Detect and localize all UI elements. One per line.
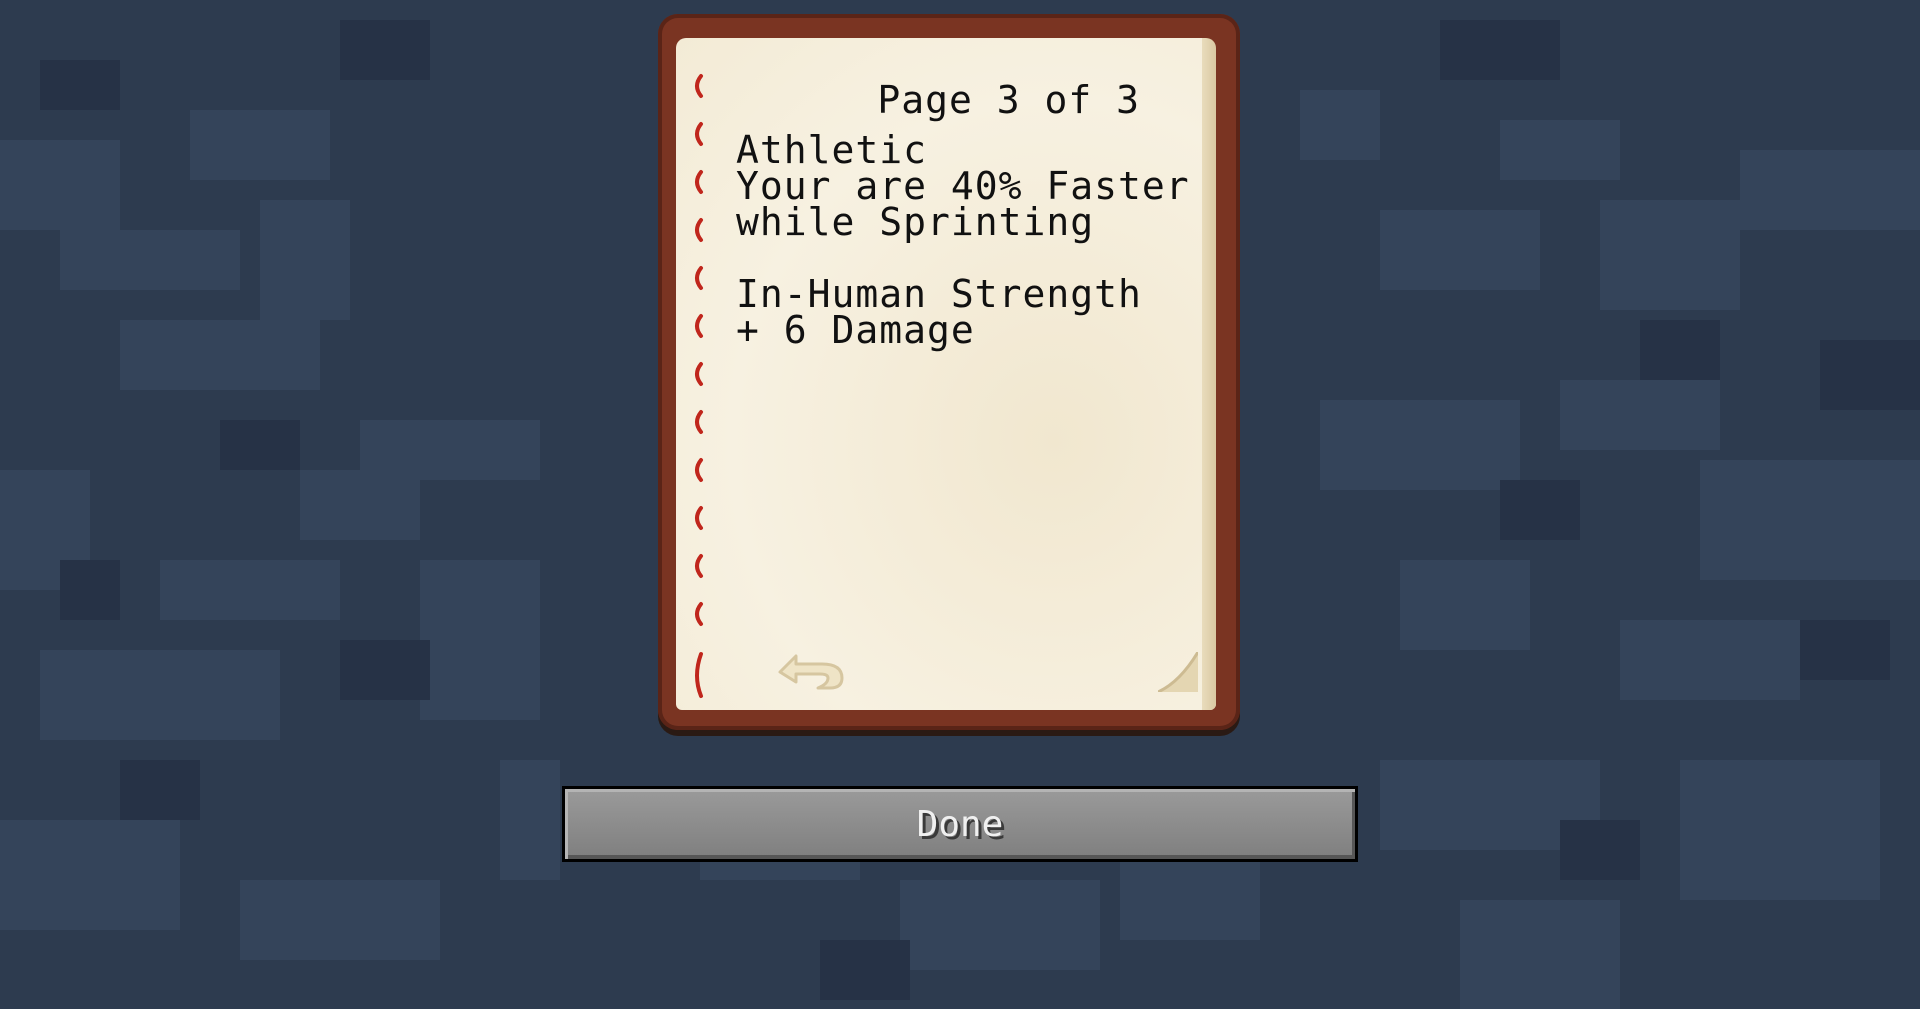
text-line bbox=[736, 240, 1196, 276]
page-indicator: Page 3 of 3 bbox=[877, 78, 1140, 122]
arrow-back-icon[interactable] bbox=[776, 650, 850, 692]
page-text: Athletic Your are 40% Faster while Sprin… bbox=[736, 128, 1196, 352]
done-button[interactable]: Done bbox=[562, 786, 1358, 862]
text-line: while Sprinting bbox=[736, 200, 1095, 244]
text-line: Athletic bbox=[736, 128, 928, 172]
book-page: Page 3 of 3 Athletic Your are 40% Faster… bbox=[676, 38, 1216, 710]
page-curl-icon bbox=[1158, 652, 1198, 692]
text-line: Your are 40% Faster bbox=[736, 164, 1190, 208]
book: Page 3 of 3 Athletic Your are 40% Faster… bbox=[658, 14, 1240, 730]
text-line: In-Human Strength bbox=[736, 272, 1142, 316]
text-line: + 6 Damage bbox=[736, 308, 975, 352]
binding-thread bbox=[695, 74, 703, 698]
